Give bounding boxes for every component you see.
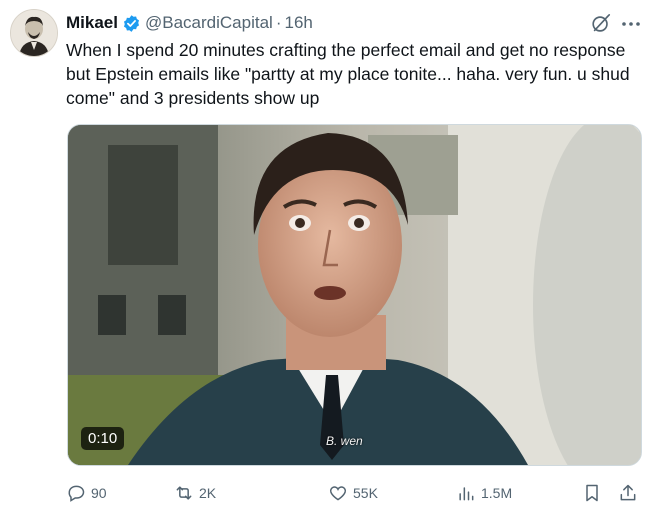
user-handle[interactable]: @BacardiCapital — [145, 13, 273, 33]
video-frame — [68, 125, 641, 465]
views-count: 1.5M — [481, 485, 513, 501]
like-count: 55K — [353, 485, 378, 501]
video-caption: B. wen — [326, 434, 363, 448]
views-button[interactable]: 1.5M — [456, 481, 512, 505]
grok-icon[interactable] — [590, 13, 612, 35]
like-button[interactable]: 55K — [328, 481, 378, 505]
video-duration: 0:10 — [81, 427, 125, 450]
display-name[interactable]: Mikael — [66, 13, 118, 33]
like-icon — [329, 486, 347, 501]
tweet-header: Mikael @BacardiCapital · 16h — [66, 12, 313, 34]
reply-button[interactable]: 90 — [66, 481, 107, 505]
reply-count: 90 — [91, 485, 107, 501]
timestamp[interactable]: 16h — [284, 13, 312, 33]
separator-dot: · — [275, 13, 282, 32]
share-icon — [620, 484, 636, 501]
action-bar: 90 2K 55K 1.5M — [66, 481, 646, 505]
video-player[interactable]: 0:10 B. wen — [67, 124, 642, 466]
tweet-text: When I spend 20 minutes crafting the per… — [66, 40, 630, 108]
avatar[interactable] — [10, 9, 58, 57]
retweet-button[interactable]: 2K — [174, 481, 216, 505]
verified-badge-icon — [122, 14, 141, 33]
bookmark-icon — [586, 484, 598, 502]
more-icon[interactable] — [620, 13, 642, 35]
share-button[interactable] — [618, 481, 643, 505]
retweet-count: 2K — [199, 485, 217, 501]
tweet[interactable]: Mikael @BacardiCapital · 16h When I spen… — [0, 0, 650, 512]
reply-icon — [68, 485, 85, 502]
bookmark-button[interactable] — [582, 481, 607, 505]
retweet-icon — [176, 486, 192, 500]
views-icon — [459, 487, 474, 501]
